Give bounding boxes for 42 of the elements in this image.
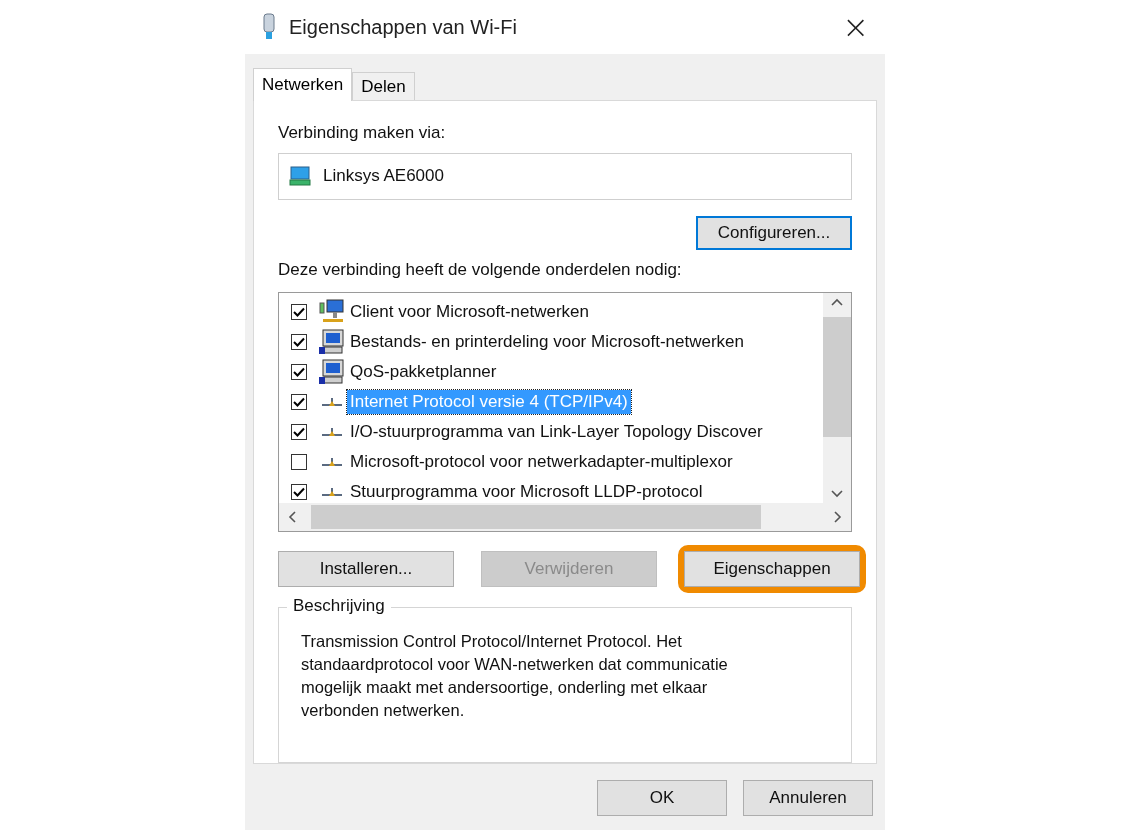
checkbox[interactable] <box>291 333 307 350</box>
dialog-button[interactable]: OK <box>597 780 727 816</box>
checkbox[interactable] <box>291 423 307 440</box>
component-item[interactable]: Bestands- en printerdeling voor Microsoft-netwerken <box>347 329 748 354</box>
description-text: Transmission Control Protocol/Internet Protocol. Het standaardprotocol voor WAN-netwerken dat communicatie mogelijk maakt met andersoortige, onderling met elkaar verbonden netwerken. <box>301 631 729 722</box>
horizontal-scrollbar[interactable] <box>279 503 851 532</box>
scroll-left-icon[interactable] <box>287 510 297 525</box>
configure-button[interactable]: Configureren... <box>696 215 852 250</box>
computer-icon <box>319 358 345 385</box>
close-button[interactable]: × <box>838 11 873 43</box>
protocol-icon <box>319 395 345 408</box>
description-title: Beschrijving <box>287 596 391 617</box>
component-item[interactable]: Client voor Microsoft-netwerken <box>347 299 593 324</box>
tab[interactable]: Delen <box>352 72 415 100</box>
protocol-icon <box>319 425 345 438</box>
component-item[interactable]: QoS-pakketplanner <box>347 359 500 384</box>
window-title: Eigenschappen van Wi-Fi <box>289 15 518 39</box>
connect-via-label: Verbinding maken via: <box>278 123 447 143</box>
action-button[interactable]: Eigenschappen <box>684 551 860 588</box>
protocol-icon <box>319 455 345 468</box>
scroll-up-icon[interactable] <box>830 296 844 307</box>
network-card-icon <box>289 166 311 187</box>
vertical-scrollbar[interactable] <box>823 292 851 504</box>
protocol-icon <box>319 485 345 498</box>
components-label: Deze verbinding heeft de volgende onderdelen nodig: <box>278 259 683 280</box>
scroll-down-icon[interactable] <box>830 489 844 500</box>
tab[interactable]: Netwerken <box>253 68 353 101</box>
component-item[interactable]: Stuurprogramma voor Microsoft LLDP-protocol <box>347 479 706 504</box>
dialog-button[interactable]: Annuleren <box>743 780 873 816</box>
adapter-name: Linksys AE6000 <box>323 166 444 187</box>
client-computer-icon <box>319 298 345 325</box>
component-item[interactable]: I/O-stuurprogramma van Link-Layer Topology Discover <box>347 419 766 444</box>
action-button[interactable]: Installeren... <box>278 551 454 588</box>
checkbox[interactable] <box>291 363 307 380</box>
network-adapter-icon <box>261 13 277 41</box>
computer-icon <box>319 328 345 355</box>
checkbox[interactable] <box>291 453 307 470</box>
checkbox[interactable] <box>291 393 307 410</box>
checkbox[interactable] <box>291 303 307 320</box>
checkbox[interactable] <box>291 483 307 500</box>
component-item[interactable]: Microsoft-protocol voor netwerkadapter-multiplexor <box>347 449 736 474</box>
scroll-right-icon[interactable] <box>833 510 843 525</box>
